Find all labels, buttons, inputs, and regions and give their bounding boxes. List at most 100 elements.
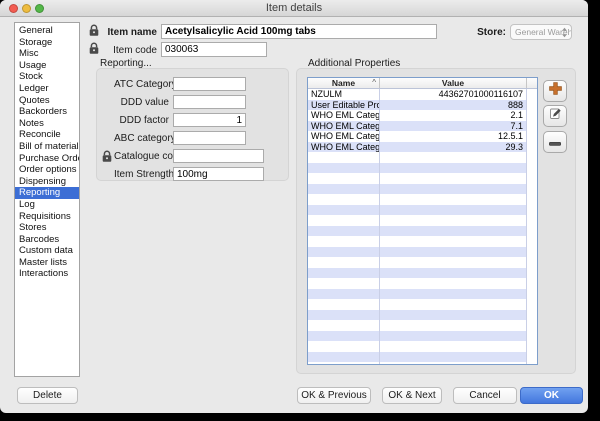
field-input-catalogue-code[interactable] [173, 149, 264, 163]
scrollbar-strip [527, 131, 537, 142]
field-input-atc-category[interactable] [173, 77, 246, 91]
sidebar-item-purchase-orders[interactable]: Purchase Orders [15, 153, 79, 165]
sidebar-item-backorders[interactable]: Backorders [15, 106, 79, 118]
field-input-ddd-value[interactable] [173, 95, 246, 109]
table-row-empty[interactable] [308, 163, 537, 174]
close-window-button[interactable] [9, 4, 18, 13]
remove-property-button[interactable] [543, 131, 567, 153]
store-select[interactable]: General Warehouse [510, 24, 572, 40]
sidebar-item-stores[interactable]: Stores [15, 222, 79, 234]
field-label-atc-category: ATC Category [114, 79, 169, 90]
table-row-empty[interactable] [308, 331, 537, 342]
field-input-abc-category[interactable] [173, 131, 246, 145]
cell-name [308, 163, 380, 174]
sidebar-item-ledger[interactable]: Ledger [15, 83, 79, 95]
table-row-empty[interactable] [308, 310, 537, 321]
minimize-window-button[interactable] [22, 4, 31, 13]
table-row[interactable]: NZULM44362701000116107 [308, 89, 537, 100]
item-code-input[interactable]: 030063 [161, 42, 267, 57]
edit-property-button[interactable] [543, 105, 567, 127]
table-row-empty[interactable] [308, 278, 537, 289]
sidebar-item-storage[interactable]: Storage [15, 37, 79, 49]
table-row-empty[interactable] [308, 320, 537, 331]
table-row[interactable]: User Editable Property888 [308, 100, 537, 111]
cell-value: 888 [380, 100, 527, 111]
table-row-empty[interactable] [308, 362, 537, 365]
table-row[interactable]: WHO EML Category2.1 [308, 110, 537, 121]
ok-button[interactable]: OK [520, 387, 583, 404]
table-row-empty[interactable] [308, 268, 537, 279]
table-row-empty[interactable] [308, 173, 537, 184]
sidebar-item-dispensing[interactable]: Dispensing [15, 176, 79, 188]
field-input-item-strength[interactable]: 100mg [173, 167, 264, 181]
table-row-empty[interactable] [308, 341, 537, 352]
table-row-empty[interactable] [308, 226, 537, 237]
title-bar: Item details [0, 0, 588, 17]
sidebar-item-quotes[interactable]: Quotes [15, 95, 79, 107]
sidebar-item-requisitions[interactable]: Requisitions [15, 211, 79, 223]
reporting-fields: ATC CategoryDDD valueDDD factor1ABC cate… [101, 77, 288, 181]
cell-name [308, 173, 380, 184]
lock-icon-spacer [101, 96, 114, 109]
scrollbar-strip [527, 110, 537, 121]
cell-value [380, 184, 527, 195]
scrollbar-strip [527, 341, 537, 352]
table-row-empty[interactable] [308, 215, 537, 226]
cell-name [308, 257, 380, 268]
table-row[interactable]: WHO EML Category12.5.1 [308, 131, 537, 142]
lock-icon-spacer [101, 132, 114, 145]
sidebar-item-misc[interactable]: Misc [15, 48, 79, 60]
sidebar-item-stock[interactable]: Stock [15, 71, 79, 83]
zoom-window-button[interactable] [35, 4, 44, 13]
sidebar-item-reporting[interactable]: Reporting [15, 187, 79, 199]
table-row-empty[interactable] [308, 352, 537, 363]
table-row-empty[interactable] [308, 247, 537, 258]
sidebar-item-reconcile[interactable]: Reconcile [15, 129, 79, 141]
scrollbar-strip [527, 100, 537, 111]
delete-button[interactable]: Delete [17, 387, 78, 404]
table-row-empty[interactable] [308, 184, 537, 195]
column-header-value-label: Value [442, 78, 464, 88]
sidebar-item-interactions[interactable]: Interactions [15, 268, 79, 280]
cell-name: User Editable Property [308, 100, 380, 111]
table-row-empty[interactable] [308, 205, 537, 216]
add-property-button[interactable] [543, 80, 567, 102]
sidebar-item-bill-of-materials[interactable]: Bill of materials [15, 141, 79, 153]
sidebar-item-notes[interactable]: Notes [15, 118, 79, 130]
table-row[interactable]: WHO EML Category7.1 [308, 121, 537, 132]
sidebar-item-custom-data[interactable]: Custom data [15, 245, 79, 257]
ok-next-button[interactable]: OK & Next [382, 387, 442, 404]
cell-name [308, 184, 380, 195]
scrollbar-strip [527, 205, 537, 216]
column-header-value[interactable]: Value [380, 78, 527, 88]
table-row-empty[interactable] [308, 257, 537, 268]
screen-background: Item details GeneralStorageMiscUsageStoc… [0, 0, 600, 421]
field-input-ddd-factor[interactable]: 1 [173, 113, 246, 127]
ok-previous-button[interactable]: OK & Previous [297, 387, 371, 404]
sidebar-item-usage[interactable]: Usage [15, 60, 79, 72]
table-row-empty[interactable] [308, 236, 537, 247]
reporting-field-row: DDD factor1 [101, 113, 288, 127]
table-row-empty[interactable] [308, 299, 537, 310]
item-name-input[interactable]: Acetylsalicylic Acid 100mg tabs [161, 24, 437, 39]
cell-value [380, 257, 527, 268]
column-header-name[interactable]: Name ^ [308, 78, 380, 88]
item-name-label: Item name [95, 27, 157, 38]
cell-value [380, 289, 527, 300]
sidebar-item-master-lists[interactable]: Master lists [15, 257, 79, 269]
table-row-empty[interactable] [308, 152, 537, 163]
sidebar-item-barcodes[interactable]: Barcodes [15, 234, 79, 246]
table-row[interactable]: WHO EML Category29.3 [308, 142, 537, 153]
lock-icon-spacer [101, 114, 114, 127]
scrollbar-strip [527, 362, 537, 365]
column-header-scroll-strip [527, 78, 537, 88]
table-row-empty[interactable] [308, 289, 537, 300]
cell-value: 12.5.1 [380, 131, 527, 142]
cell-name [308, 320, 380, 331]
cancel-button[interactable]: Cancel [453, 387, 517, 404]
cell-value [380, 341, 527, 352]
table-row-empty[interactable] [308, 194, 537, 205]
sidebar-item-order-options[interactable]: Order options [15, 164, 79, 176]
sidebar-item-general[interactable]: General [15, 25, 79, 37]
sidebar-item-log[interactable]: Log [15, 199, 79, 211]
